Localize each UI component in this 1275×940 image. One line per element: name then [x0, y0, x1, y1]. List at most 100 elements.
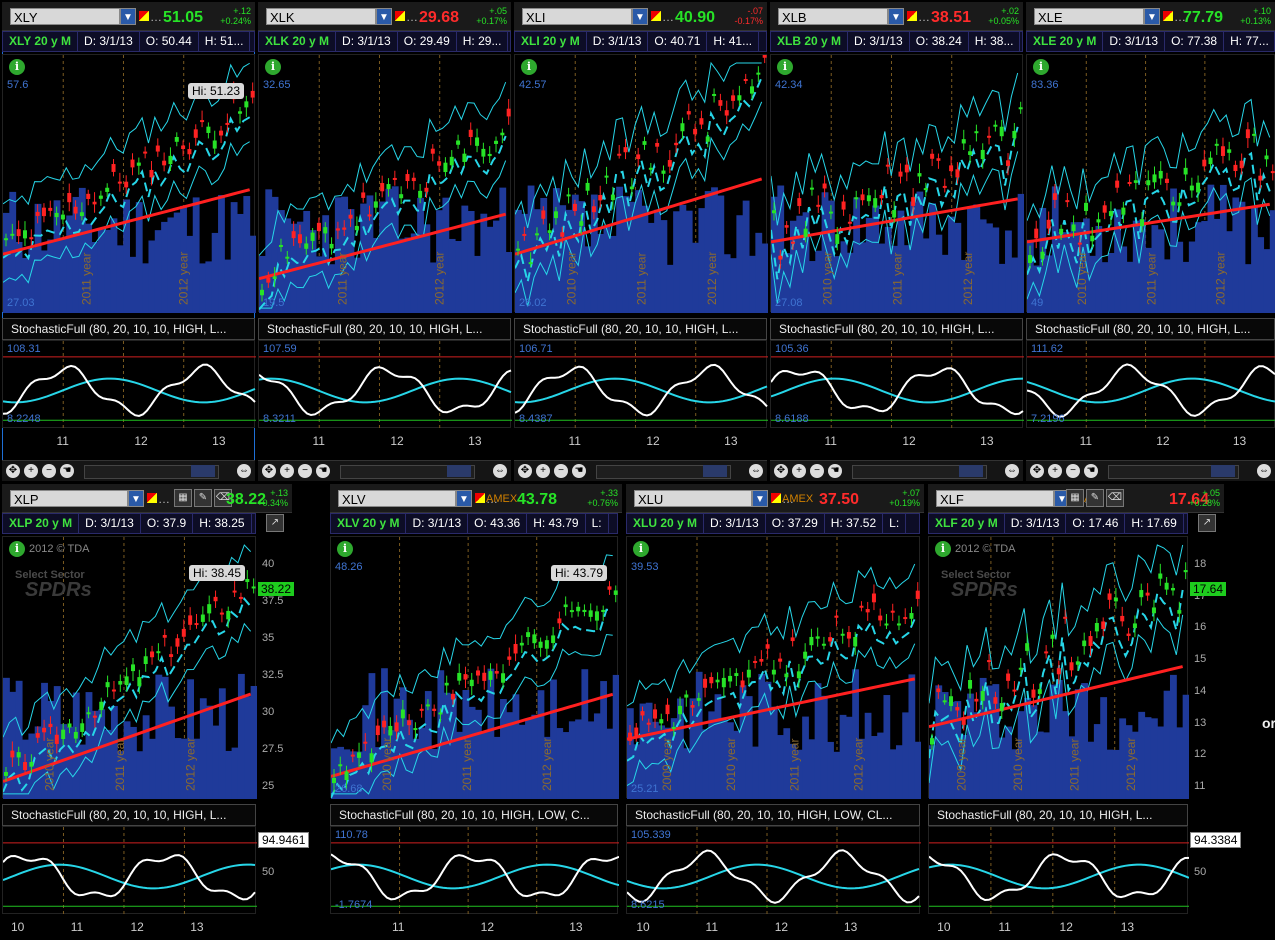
draw-icon[interactable]: ▦	[1066, 489, 1084, 507]
symbol-link-icon[interactable]	[139, 11, 149, 21]
candle-body	[1088, 636, 1093, 646]
scrollbar-thumb[interactable]	[191, 465, 215, 477]
info-icon[interactable]: i	[265, 59, 281, 75]
more-menu-icon[interactable]: …	[150, 10, 162, 24]
info-icon[interactable]: i	[1033, 59, 1049, 75]
more-menu-icon[interactable]: …	[158, 492, 170, 506]
symbol-dropdown-button[interactable]: ▼	[456, 490, 472, 507]
stochastic-chart[interactable]: 105.36 8.6188	[770, 340, 1024, 429]
symbol-link-icon[interactable]	[475, 493, 485, 503]
expand-icon[interactable]: ⇔	[1257, 464, 1271, 478]
hand-icon[interactable]: ☚	[60, 464, 74, 478]
expand-icon[interactable]: ⇔	[493, 464, 507, 478]
candle-body	[746, 669, 751, 678]
draw-icon[interactable]: ▦	[174, 489, 192, 507]
pencil-icon[interactable]: ✎	[194, 489, 212, 507]
zoom-in-icon[interactable]: +	[280, 464, 294, 478]
zoom-out-icon[interactable]: −	[298, 464, 312, 478]
zoom-out-icon[interactable]: −	[1066, 464, 1080, 478]
zoom-in-icon[interactable]: +	[792, 464, 806, 478]
symbol-input[interactable]: XLE	[1034, 8, 1144, 25]
stochastic-svg	[627, 827, 921, 915]
symbol-link-icon[interactable]	[147, 493, 157, 503]
info-icon[interactable]: i	[9, 59, 25, 75]
info-icon[interactable]: i	[521, 59, 537, 75]
stochastic-chart[interactable]: 111.62 7.2196	[1026, 340, 1275, 429]
hand-icon[interactable]: ☚	[572, 464, 586, 478]
more-menu-icon[interactable]: …	[406, 10, 418, 24]
pencil-icon[interactable]: ✎	[1086, 489, 1104, 507]
stochastic-chart[interactable]: 107.59 8.3211	[258, 340, 512, 429]
zoom-fit-icon[interactable]: ✥	[774, 464, 788, 478]
volume-bar	[764, 681, 772, 799]
hand-icon[interactable]: ☚	[828, 464, 842, 478]
symbol-dropdown-button[interactable]: ▼	[1144, 8, 1160, 25]
zoom-fit-icon[interactable]: ✥	[6, 464, 20, 478]
symbol-dropdown-button[interactable]: ▼	[120, 8, 136, 25]
info-icon[interactable]: i	[9, 541, 25, 557]
chart-style-icon[interactable]: ↗	[1198, 514, 1216, 532]
symbol-link-icon[interactable]	[1163, 11, 1173, 21]
zoom-in-icon[interactable]: +	[536, 464, 550, 478]
price-chart[interactable]: 2011 year 2012 year i 57.6 27.03 Hi: 51.23	[2, 54, 256, 313]
symbol-link-icon[interactable]	[771, 493, 781, 503]
stochastic-chart[interactable]: 105.339 8.6215	[626, 826, 921, 915]
symbol-link-icon[interactable]	[395, 11, 405, 21]
chart-style-icon[interactable]: ↗	[266, 514, 284, 532]
info-icon[interactable]: i	[337, 541, 353, 557]
symbol-dropdown-button[interactable]: ▼	[752, 490, 768, 507]
info-icon[interactable]: i	[633, 541, 649, 557]
symbol-input[interactable]: XLY	[10, 8, 120, 25]
info-icon[interactable]: i	[777, 59, 793, 75]
stochastic-chart[interactable]: 110.78 -1.7674	[330, 826, 619, 915]
symbol-link-icon[interactable]	[907, 11, 917, 21]
price-chart[interactable]: 2011 year 2012 year i 32.65 19.5	[258, 54, 512, 313]
symbol-input[interactable]: XLF	[936, 490, 1054, 507]
zoom-out-icon[interactable]: −	[42, 464, 56, 478]
hand-icon[interactable]: ☚	[316, 464, 330, 478]
symbol-input[interactable]: XLK	[266, 8, 376, 25]
year-label: 2011 year	[635, 253, 649, 305]
zoom-fit-icon[interactable]: ✥	[518, 464, 532, 478]
stochastic-chart[interactable]	[928, 826, 1189, 915]
stochastic-chart[interactable]: 108.31 8.2248	[2, 340, 256, 429]
price-chart[interactable]: 2010 year 2011 year 2012 year i 2012 © TDA Se…	[2, 536, 257, 799]
hand-icon[interactable]: ☚	[1084, 464, 1098, 478]
zoom-in-icon[interactable]: +	[1048, 464, 1062, 478]
symbol-input[interactable]: XLB	[778, 8, 888, 25]
symbol-dropdown-button[interactable]: ▼	[128, 490, 144, 507]
stochastic-chart[interactable]: 106.71 8.4387	[514, 340, 768, 429]
expand-icon[interactable]: ⇔	[1005, 464, 1019, 478]
symbol-dropdown-button[interactable]: ▼	[888, 8, 904, 25]
scrollbar-thumb[interactable]	[1211, 465, 1235, 477]
scrollbar-thumb[interactable]	[703, 465, 727, 477]
symbol-input[interactable]: XLV	[338, 490, 456, 507]
more-menu-icon[interactable]: …	[918, 10, 930, 24]
zoom-fit-icon[interactable]: ✥	[1030, 464, 1044, 478]
volume-bar	[666, 264, 674, 313]
price-chart[interactable]: 2010 year 2011 year 2012 year i 42.57 26.02	[514, 54, 768, 313]
price-chart[interactable]: 2010 year 2011 year 2012 year i 83.36 49	[1026, 54, 1275, 313]
price-chart[interactable]: 2010 year 2011 year 2012 year i 48.26 26.68 Hi…	[330, 536, 619, 799]
symbol-input[interactable]: XLP	[10, 490, 128, 507]
price-chart[interactable]: 2009 year 2010 year 2011 year 2012 year i 201…	[928, 536, 1189, 799]
zoom-out-icon[interactable]: −	[810, 464, 824, 478]
expand-icon[interactable]: ⇔	[237, 464, 251, 478]
price-chart[interactable]: 2009 year 2010 year 2011 year 2012 year i 39.…	[626, 536, 921, 799]
symbol-input[interactable]: XLI	[522, 8, 632, 25]
zoom-fit-icon[interactable]: ✥	[262, 464, 276, 478]
scrollbar-thumb[interactable]	[959, 465, 983, 477]
symbol-input[interactable]: XLU	[634, 490, 752, 507]
symbol-dropdown-button[interactable]: ▼	[376, 8, 392, 25]
price-chart[interactable]: 2010 year 2011 year 2012 year i 42.34 27.08	[770, 54, 1024, 313]
zoom-in-icon[interactable]: +	[24, 464, 38, 478]
more-menu-icon[interactable]: …	[662, 10, 674, 24]
symbol-dropdown-button[interactable]: ▼	[632, 8, 648, 25]
eraser-icon[interactable]: ⌫	[1106, 489, 1124, 507]
expand-icon[interactable]: ⇔	[749, 464, 763, 478]
scrollbar-thumb[interactable]	[447, 465, 471, 477]
symbol-link-icon[interactable]	[651, 11, 661, 21]
zoom-out-icon[interactable]: −	[554, 464, 568, 478]
stochastic-chart[interactable]	[2, 826, 257, 915]
info-icon[interactable]: i	[935, 541, 951, 557]
